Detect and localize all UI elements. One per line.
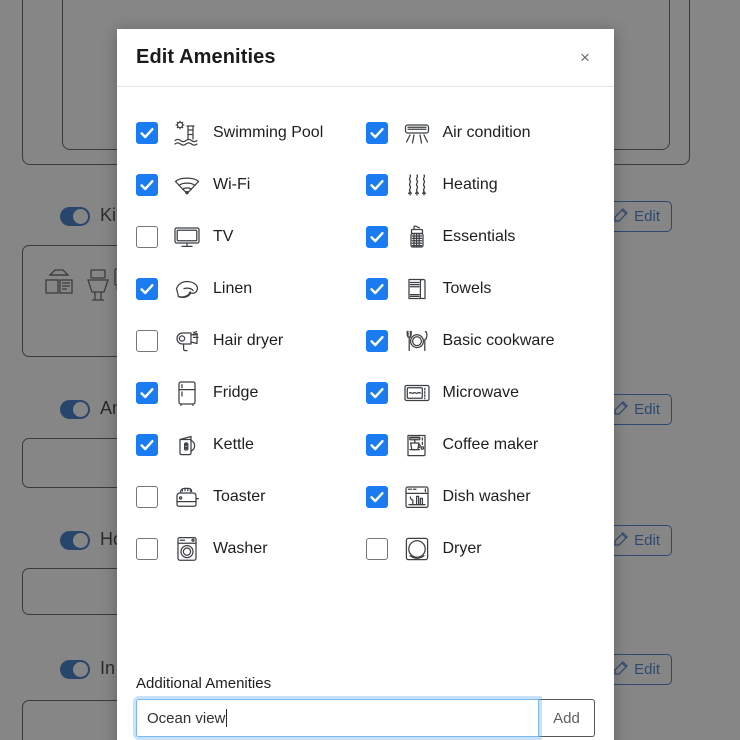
linen-icon (172, 274, 202, 304)
amenity-checkbox[interactable] (136, 226, 158, 248)
towels-icon (402, 274, 432, 304)
amenity-checkbox[interactable] (365, 122, 388, 144)
additional-amenities-row: Ocean view Add (136, 699, 595, 737)
amenity-checkbox[interactable] (136, 382, 158, 404)
additional-amenities-value: Ocean view (147, 709, 226, 727)
dialog-body: Swimming Pool Air condition Wi-Fi Heatin… (117, 87, 614, 659)
essentials-icon (402, 222, 432, 252)
amenity-checkbox[interactable] (136, 538, 158, 560)
text-caret (226, 709, 228, 727)
amenity-checkbox[interactable] (365, 538, 388, 560)
amenity-label: Dish washer (442, 488, 531, 505)
coffee-maker-icon (402, 430, 432, 460)
amenity-checkbox[interactable] (136, 174, 158, 196)
amenity-label: Linen (213, 280, 253, 297)
add-amenity-button[interactable]: Add (539, 699, 595, 737)
dryer-icon (402, 534, 432, 564)
tv-icon (172, 222, 202, 252)
amenity-checkbox[interactable] (365, 486, 388, 508)
toaster-icon (172, 482, 202, 512)
additional-amenities-block: Additional Amenities Ocean view Add (117, 659, 614, 740)
amenity-label: Fridge (213, 384, 259, 401)
amenity-label: Essentials (442, 228, 516, 245)
amenity-row[interactable]: Swimming Pool (136, 107, 366, 159)
air-conditioner-icon (402, 118, 432, 148)
amenity-checkbox[interactable] (136, 434, 158, 456)
amenity-label: Wi-Fi (213, 176, 251, 193)
amenity-label: Kettle (213, 436, 254, 453)
amenity-row[interactable]: Wi-Fi (136, 159, 366, 211)
amenity-row[interactable]: Coffee maker (365, 419, 596, 471)
amenity-label: Basic cookware (442, 332, 555, 349)
amenity-row[interactable]: Heating (365, 159, 596, 211)
amenity-row[interactable]: Towels (365, 263, 596, 315)
amenity-label: Hair dryer (213, 332, 284, 349)
amenity-row[interactable]: Essentials (365, 211, 596, 263)
additional-amenities-label: Additional Amenities (136, 675, 272, 692)
amenity-label: Washer (213, 540, 268, 557)
amenity-checkbox[interactable] (365, 382, 388, 404)
amenity-checkbox[interactable] (365, 278, 388, 300)
amenity-checkbox[interactable] (365, 174, 388, 196)
amenity-label: Toaster (213, 488, 266, 505)
amenity-label: Towels (442, 280, 492, 297)
amenity-row[interactable]: Dryer (365, 523, 596, 575)
hair-dryer-icon (172, 326, 202, 356)
amenity-checkbox[interactable] (365, 226, 388, 248)
amenity-row[interactable]: Fridge (136, 367, 366, 419)
fridge-icon (172, 378, 202, 408)
amenity-checkbox[interactable] (365, 434, 388, 456)
kettle-icon (172, 430, 202, 460)
amenity-row[interactable]: Toaster (136, 471, 366, 523)
amenity-row[interactable]: Hair dryer (136, 315, 366, 367)
amenity-label: Air condition (442, 124, 531, 141)
amenity-label: Swimming Pool (213, 124, 324, 141)
amenity-checkbox[interactable] (136, 122, 158, 144)
amenity-checkbox[interactable] (136, 330, 158, 352)
cookware-icon (402, 326, 432, 356)
amenity-checkbox[interactable] (365, 330, 388, 352)
heating-icon (402, 170, 432, 200)
amenity-row[interactable]: Kettle (136, 419, 366, 471)
amenity-label: Heating (442, 176, 498, 193)
amenity-row[interactable]: Dish washer (365, 471, 596, 523)
swimming-pool-icon (172, 118, 202, 148)
amenity-row[interactable]: Basic cookware (365, 315, 596, 367)
amenity-row[interactable]: Washer (136, 523, 366, 575)
wifi-icon (172, 170, 202, 200)
amenity-row[interactable]: Linen (136, 263, 366, 315)
dialog-title: Edit Amenities (136, 46, 276, 68)
washer-icon (172, 534, 202, 564)
amenity-label: Coffee maker (442, 436, 539, 453)
page-root: Ki Edit (0, 0, 740, 740)
amenity-row[interactable]: Air condition (365, 107, 596, 159)
amenity-grid: Swimming Pool Air condition Wi-Fi Heatin… (136, 107, 595, 575)
amenity-checkbox[interactable] (136, 278, 158, 300)
amenity-row[interactable]: TV (136, 211, 366, 263)
amenity-checkbox[interactable] (136, 486, 158, 508)
amenity-label: TV (213, 228, 234, 245)
amenity-label: Microwave (442, 384, 519, 401)
microwave-icon (402, 378, 432, 408)
dish-washer-icon (402, 482, 432, 512)
amenity-row[interactable]: Microwave (365, 367, 596, 419)
amenity-label: Dryer (442, 540, 482, 557)
additional-amenities-input[interactable]: Ocean view (136, 699, 539, 737)
close-icon[interactable]: × (572, 45, 598, 71)
dialog-header: Edit Amenities × (117, 29, 614, 87)
edit-amenities-dialog: Edit Amenities × Swimming Pool Air condi… (117, 29, 614, 740)
